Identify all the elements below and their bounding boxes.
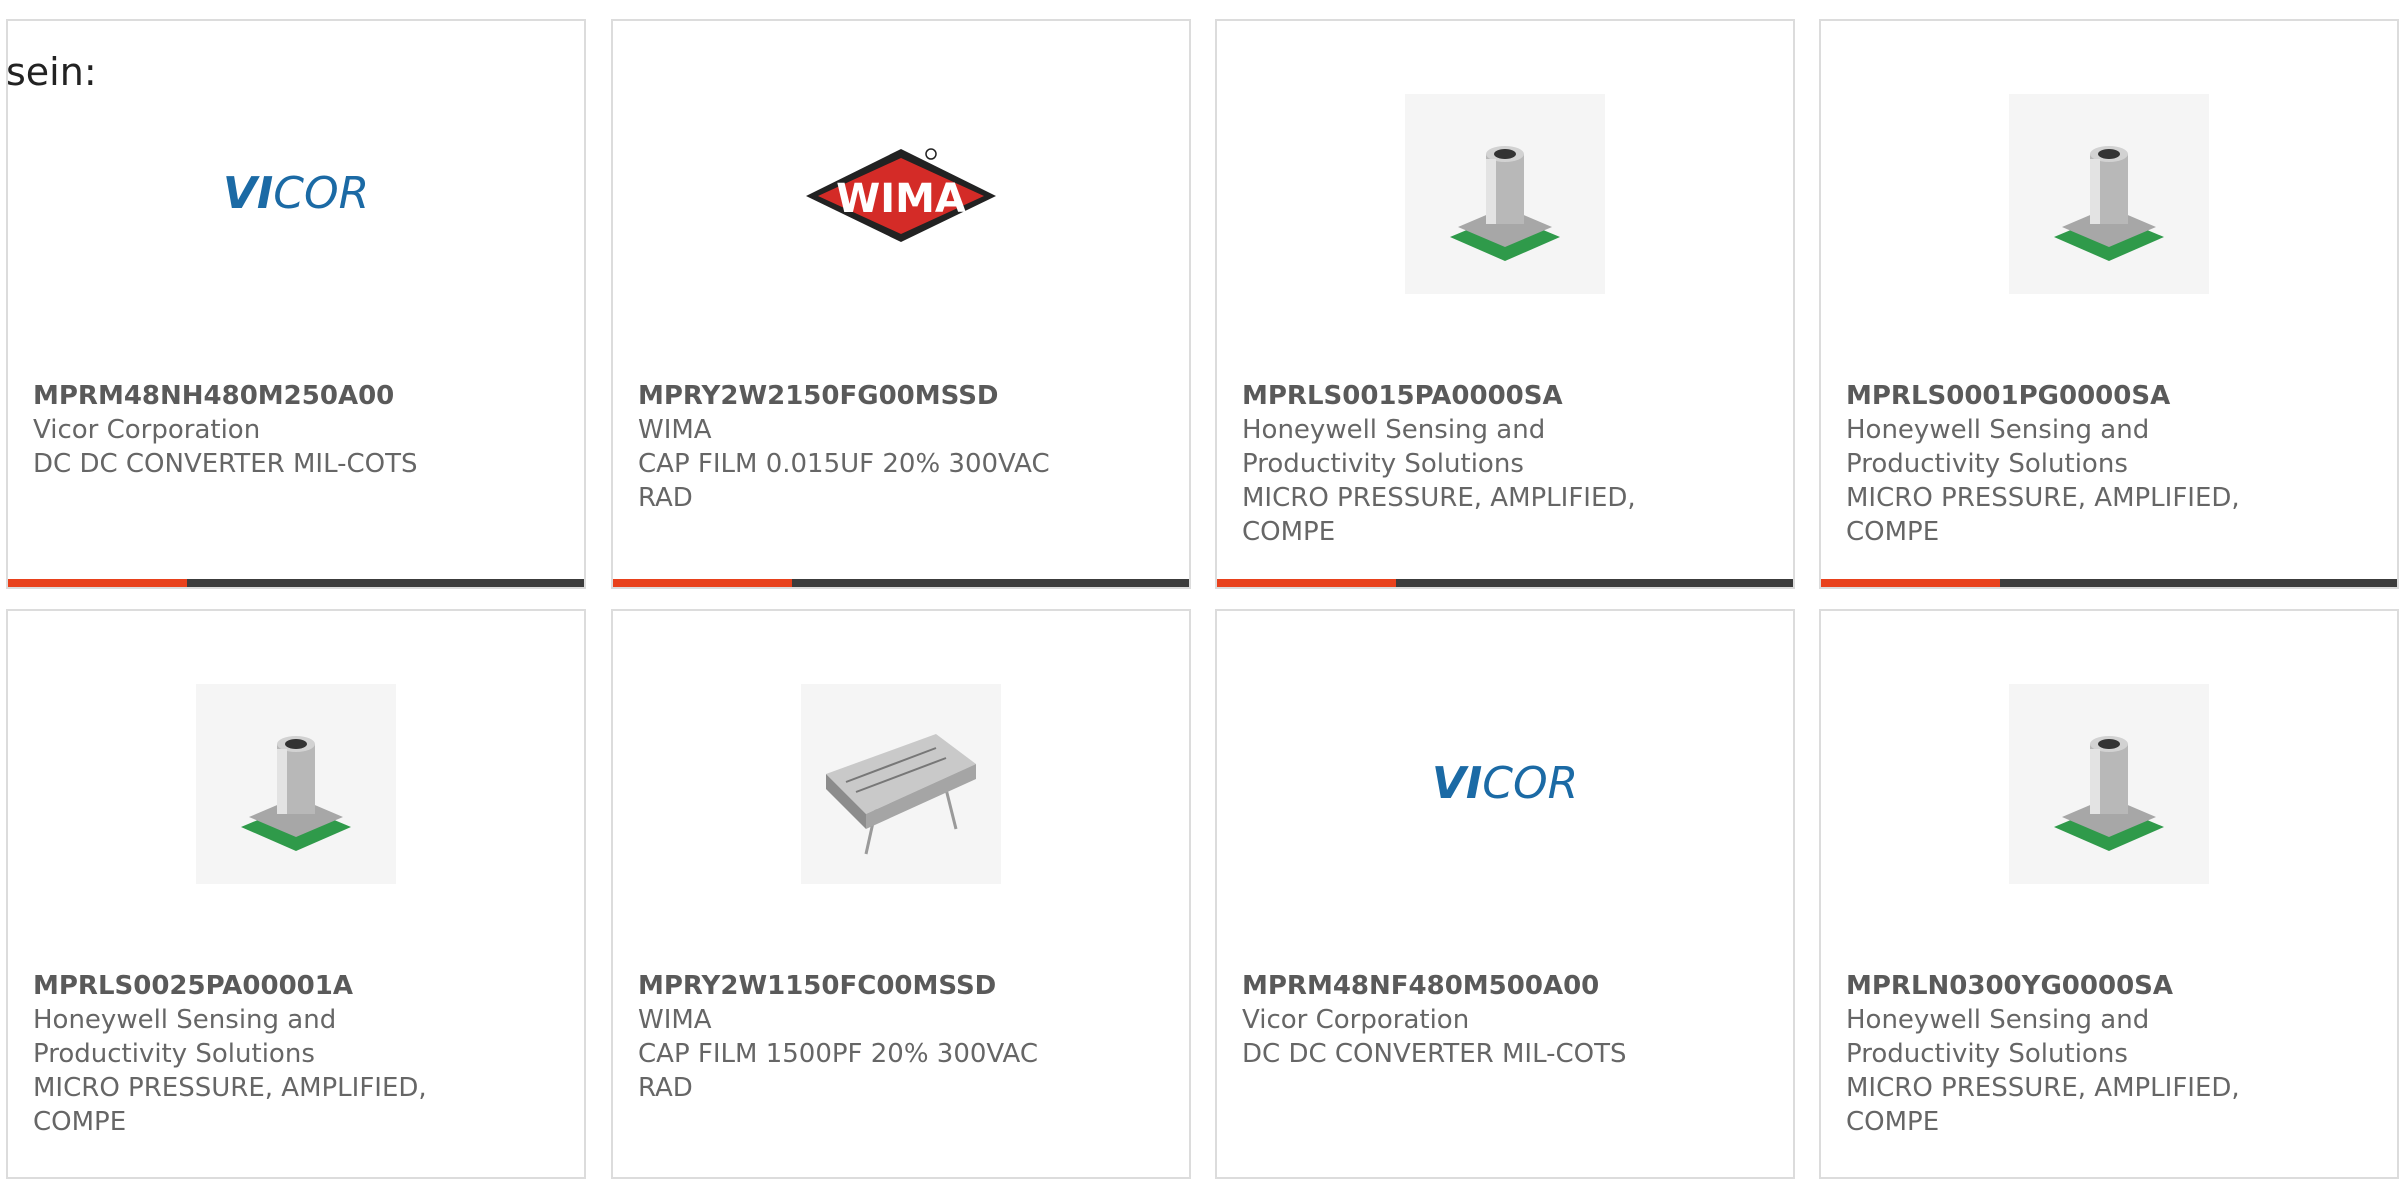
product-description: MICRO PRESSURE, AMPLIFIED, COMPE (33, 1073, 427, 1137)
vicor-logo: VICOR (1432, 758, 1578, 809)
product-grid: VICOR MPRM48NH480M250A00 Vicor Corporati… (0, 0, 2400, 1179)
progress-bar (1217, 579, 1793, 587)
product-description: CAP FILM 1500PF 20% 300VAC RAD (638, 1039, 1039, 1103)
pressure-sensor-image (1450, 146, 1560, 261)
product-card[interactable]: MPRLN0300YG0000SA Honeywell Sensing and … (1819, 609, 2399, 1179)
manufacturer-name: Honeywell Sensing and Productivity Solut… (1846, 1005, 2150, 1069)
part-number-link[interactable]: MPRY2W2150FG00MSSD (638, 379, 1058, 413)
progress-fill (1217, 579, 1396, 587)
product-card[interactable]: MPRLS0015PA0000SA Honeywell Sensing and … (1215, 19, 1795, 589)
part-number-link[interactable]: MPRLN0300YG0000SA (1846, 969, 2266, 1003)
part-number-link[interactable]: MPRLS0001PG0000SA (1846, 379, 2266, 413)
manufacturer-name: Vicor Corporation (1242, 1005, 1470, 1035)
film-capacitor-image (826, 734, 976, 855)
intro-text: sein: (6, 50, 97, 94)
manufacturer-name: Vicor Corporation (33, 415, 261, 445)
product-card[interactable]: VICOR MPRM48NH480M250A00 Vicor Corporati… (6, 19, 586, 589)
progress-fill (8, 579, 187, 587)
progress-fill (613, 579, 792, 587)
product-description: CAP FILM 0.015UF 20% 300VAC RAD (638, 449, 1050, 513)
progress-bar (613, 579, 1189, 587)
product-description: MICRO PRESSURE, AMPLIFIED, COMPE (1846, 1073, 2240, 1137)
product-description: DC DC CONVERTER MIL-COTS (1242, 1039, 1627, 1069)
product-image[interactable]: VICOR (8, 89, 584, 299)
manufacturer-name: WIMA (638, 415, 712, 445)
product-card[interactable]: MPRLS0001PG0000SA Honeywell Sensing and … (1819, 19, 2399, 589)
product-image[interactable] (1821, 679, 2397, 889)
product-image[interactable] (1821, 89, 2397, 299)
pressure-sensor-image (241, 736, 351, 851)
svg-text:WIMA: WIMA (836, 176, 966, 222)
vicor-logo: VICOR (223, 168, 369, 219)
product-description: MICRO PRESSURE, AMPLIFIED, COMPE (1242, 483, 1636, 547)
product-image[interactable] (613, 679, 1189, 889)
manufacturer-name: Honeywell Sensing and Productivity Solut… (1242, 415, 1546, 479)
product-description: MICRO PRESSURE, AMPLIFIED, COMPE (1846, 483, 2240, 547)
product-card[interactable]: MPRLS0025PA00001A Honeywell Sensing and … (6, 609, 586, 1179)
product-image[interactable]: WIMA (613, 89, 1189, 299)
part-number-link[interactable]: MPRM48NF480M500A00 (1242, 969, 1662, 1003)
product-image[interactable] (8, 679, 584, 889)
product-image[interactable] (1217, 89, 1793, 299)
part-number-link[interactable]: MPRY2W1150FC00MSSD (638, 969, 1058, 1003)
product-card[interactable]: WIMA MPRY2W2150FG00MSSD WIMA CAP FILM 0.… (611, 19, 1191, 589)
svg-text:VICOR: VICOR (1432, 758, 1578, 809)
product-description: DC DC CONVERTER MIL-COTS (33, 449, 418, 479)
progress-bar (8, 579, 584, 587)
svg-text:VICOR: VICOR (223, 168, 369, 219)
part-number-link[interactable]: MPRLS0025PA00001A (33, 969, 453, 1003)
part-number-link[interactable]: MPRM48NH480M250A00 (33, 379, 453, 413)
manufacturer-name: Honeywell Sensing and Productivity Solut… (33, 1005, 337, 1069)
product-card[interactable]: MPRY2W1150FC00MSSD WIMA CAP FILM 1500PF … (611, 609, 1191, 1179)
pressure-sensor-image (2054, 146, 2164, 261)
manufacturer-name: Honeywell Sensing and Productivity Solut… (1846, 415, 2150, 479)
part-number-link[interactable]: MPRLS0015PA0000SA (1242, 379, 1662, 413)
manufacturer-name: WIMA (638, 1005, 712, 1035)
wima-logo: WIMA (806, 148, 996, 242)
progress-fill (1821, 579, 2000, 587)
product-image[interactable]: VICOR (1217, 679, 1793, 889)
progress-bar (1821, 579, 2397, 587)
product-card[interactable]: VICOR MPRM48NF480M500A00 Vicor Corporati… (1215, 609, 1795, 1179)
pressure-sensor-image (2054, 736, 2164, 851)
